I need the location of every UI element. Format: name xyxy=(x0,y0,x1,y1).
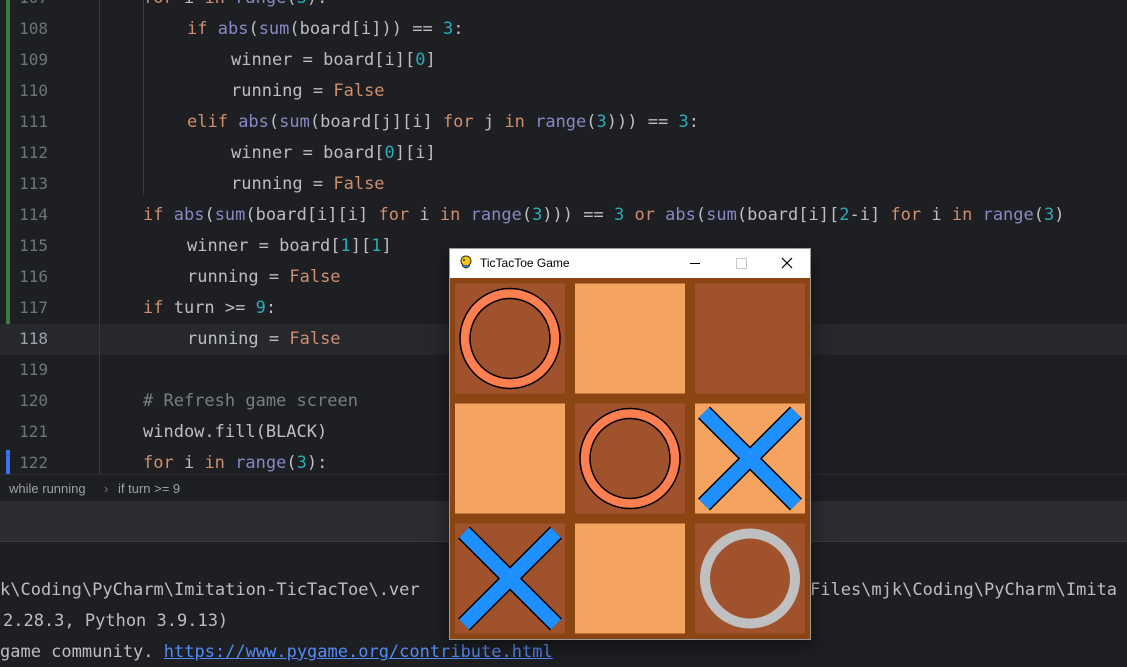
console-line-1-left: k\Coding\PyCharm\Imitation-TicTacToe\.ve… xyxy=(0,580,420,600)
board-cell-0-2[interactable] xyxy=(695,283,805,394)
o-mark-gray xyxy=(700,528,800,629)
indent-guide xyxy=(99,0,100,474)
game-window[interactable]: TicTacToe Game xyxy=(449,248,811,640)
code-line[interactable]: 112 winner = board[0][i] xyxy=(0,138,1127,169)
code-text: running = False xyxy=(231,174,385,194)
code-text: for i in range(3): xyxy=(143,0,327,8)
line-number[interactable]: 117 xyxy=(14,298,48,317)
code-line[interactable]: 111 elif abs(sum(board[j][i] for j in ran… xyxy=(0,107,1127,138)
line-number[interactable]: 114 xyxy=(14,205,48,224)
breadcrumb-item-if[interactable]: if turn >= 9 xyxy=(118,481,180,496)
line-number[interactable]: 111 xyxy=(14,112,48,131)
tictactoe-board[interactable] xyxy=(450,278,810,639)
line-number[interactable]: 119 xyxy=(14,360,48,379)
code-text: winner = board[i][0] xyxy=(231,50,436,70)
maximize-button xyxy=(718,249,764,278)
line-number[interactable]: 113 xyxy=(14,174,48,193)
breadcrumb-item-while[interactable]: while running xyxy=(9,481,86,496)
code-line[interactable]: 109 winner = board[i][0] xyxy=(0,45,1127,76)
code-line[interactable]: 113 running = False xyxy=(0,169,1127,200)
board-cell-1-0[interactable] xyxy=(455,403,565,514)
code-text: if abs(sum(board[i])) == 3: xyxy=(187,19,464,39)
line-number[interactable]: 116 xyxy=(14,267,48,286)
code-text: elif abs(sum(board[j][i] for j in range(… xyxy=(187,112,699,132)
board-cell-2-1[interactable] xyxy=(575,523,685,634)
console-line-1-right: Files\mjk\Coding\PyCharm\Imita xyxy=(810,580,1118,600)
console-link[interactable]: https://www.pygame.org/contribute.html xyxy=(164,642,553,662)
code-line[interactable]: 107 for i in range(3): xyxy=(0,0,1127,14)
o-mark xyxy=(459,287,561,390)
line-number[interactable]: 122 xyxy=(14,453,48,472)
close-button[interactable] xyxy=(764,249,810,278)
code-line[interactable]: 110 running = False xyxy=(0,76,1127,107)
console-line-2: 2.28.3, Python 3.9.13) xyxy=(3,611,229,631)
line-number[interactable]: 107 xyxy=(14,0,48,7)
code-text: running = False xyxy=(187,329,341,349)
code-text: # Refresh game screen xyxy=(143,391,358,411)
line-number[interactable]: 108 xyxy=(14,19,48,38)
code-text: running = False xyxy=(231,81,385,101)
code-line[interactable]: 108 if abs(sum(board[i])) == 3: xyxy=(0,14,1127,45)
line-number[interactable]: 118 xyxy=(14,329,48,348)
minimize-button[interactable] xyxy=(672,249,718,278)
code-text: running = False xyxy=(187,267,341,287)
console-line-3: game community. https://www.pygame.org/c… xyxy=(0,642,553,662)
code-line[interactable]: 114 if abs(sum(board[i][i] for i in range… xyxy=(0,200,1127,231)
o-mark xyxy=(579,407,681,510)
line-number[interactable]: 110 xyxy=(14,81,48,100)
maximize-icon xyxy=(736,258,747,269)
line-number[interactable]: 115 xyxy=(14,236,48,255)
code-text: if abs(sum(board[i][i] for i in range(3)… xyxy=(143,205,1065,225)
indent-guide xyxy=(143,0,144,195)
code-text: winner = board[1][1] xyxy=(187,236,392,256)
line-number[interactable]: 109 xyxy=(14,50,48,69)
minimize-icon xyxy=(690,263,700,264)
console-line-3-text: game community. xyxy=(0,642,164,662)
board-cell-0-1[interactable] xyxy=(575,283,685,394)
code-text: window.fill(BLACK) xyxy=(143,422,328,442)
close-icon xyxy=(781,257,793,269)
line-number[interactable]: 121 xyxy=(14,422,48,441)
line-number[interactable]: 112 xyxy=(14,143,48,162)
code-text: if turn >= 9: xyxy=(143,298,277,318)
game-window-title: TicTacToe Game xyxy=(480,256,570,270)
line-number[interactable]: 120 xyxy=(14,391,48,410)
code-text: for i in range(3): xyxy=(143,453,328,473)
breadcrumb-separator: › xyxy=(104,481,109,496)
code-text: winner = board[0][i] xyxy=(231,143,436,163)
game-titlebar[interactable]: TicTacToe Game xyxy=(450,249,810,278)
pygame-snake-icon xyxy=(460,255,472,269)
